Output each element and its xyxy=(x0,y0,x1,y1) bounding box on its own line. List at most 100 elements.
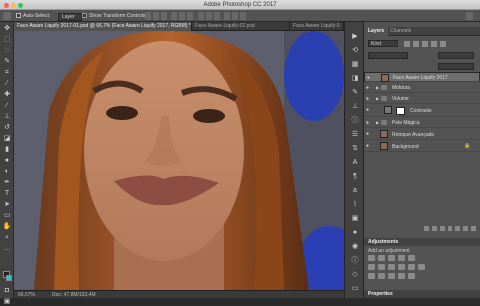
shape-filter-icon[interactable] xyxy=(431,41,437,47)
distribute-icon[interactable] xyxy=(198,12,204,20)
transform-controls-checkbox[interactable]: Show Transform Controls xyxy=(82,13,145,19)
vibrance-icon[interactable] xyxy=(408,255,415,261)
path-select-tool-icon[interactable]: ➤ xyxy=(2,200,12,209)
channel-mixer-icon[interactable] xyxy=(408,264,415,270)
layer-row[interactable]: ● ▶ Pele Mágica xyxy=(364,118,480,128)
edit-toolbar-icon[interactable]: … xyxy=(2,244,12,253)
document-canvas[interactable] xyxy=(14,31,344,290)
brightness-icon[interactable] xyxy=(368,255,375,261)
expand-arrow-icon[interactable]: ▶ xyxy=(376,120,379,125)
layer-row[interactable]: ● Retoque Avançado xyxy=(364,129,480,140)
brush-settings-icon[interactable]: ✎ xyxy=(350,88,360,97)
eye-icon[interactable]: ● xyxy=(366,131,369,137)
selective-color-icon[interactable] xyxy=(398,273,405,279)
hue-icon[interactable] xyxy=(368,264,375,270)
bw-icon[interactable] xyxy=(388,264,395,270)
trash-icon[interactable] xyxy=(471,226,477,231)
type-tool-icon[interactable]: T xyxy=(2,189,12,198)
marquee-tool-icon[interactable]: ⬚ xyxy=(2,35,12,44)
eye-icon[interactable]: ● xyxy=(366,96,369,102)
distribute-icon[interactable] xyxy=(214,12,220,20)
info-panel-icon[interactable]: ⓘ xyxy=(350,256,360,265)
opacity-field[interactable] xyxy=(438,52,474,59)
libraries-icon[interactable]: ▣ xyxy=(350,214,360,223)
tab-channels[interactable]: Channels xyxy=(386,27,415,36)
adjust-icon[interactable]: ⇅ xyxy=(350,144,360,153)
paragraph-icon[interactable]: ¶ xyxy=(350,172,360,181)
adjustment-layer-icon[interactable] xyxy=(447,226,453,231)
distribute-icon[interactable] xyxy=(240,12,246,20)
align-icon[interactable] xyxy=(179,12,185,20)
color-icon[interactable]: ● xyxy=(350,228,360,237)
tab-layers[interactable]: Layers xyxy=(364,27,389,36)
tab-document-2[interactable]: Face-Aware-Liquify-02.psd xyxy=(192,22,290,31)
threshold-icon[interactable] xyxy=(388,273,395,279)
clone-source-icon[interactable]: ⊥ xyxy=(350,102,360,111)
expand-arrow-icon[interactable]: ▶ xyxy=(376,85,379,90)
mask-thumbnail[interactable] xyxy=(396,107,405,115)
layer-row[interactable]: ● Background 🔒 xyxy=(364,141,480,152)
align-icon[interactable] xyxy=(171,12,177,20)
gradient-tool-icon[interactable]: ▮ xyxy=(2,145,12,154)
mask-icon[interactable] xyxy=(439,226,445,231)
align-icon[interactable] xyxy=(187,12,193,20)
screen-mode-icon[interactable]: ▣ xyxy=(2,297,12,306)
3d-icon[interactable]: ◇ xyxy=(350,270,360,279)
lookup-icon[interactable] xyxy=(418,264,425,270)
workspace-icon[interactable] xyxy=(466,12,473,20)
eyedropper-tool-icon[interactable]: ⁄ xyxy=(2,79,12,88)
timeline-icon[interactable]: ▭ xyxy=(350,284,360,293)
eye-icon[interactable]: ● xyxy=(366,120,369,126)
crop-tool-icon[interactable]: ⌗ xyxy=(2,68,12,77)
move-tool-icon[interactable] xyxy=(3,12,11,20)
styles-icon[interactable]: ◨ xyxy=(350,74,360,83)
character-icon[interactable]: A xyxy=(350,158,360,167)
layer-row[interactable]: ● Contraste xyxy=(364,105,480,117)
color-balance-icon[interactable] xyxy=(378,264,385,270)
auto-select-dropdown[interactable]: Layer xyxy=(58,13,82,21)
history-brush-icon[interactable]: ↺ xyxy=(2,123,12,132)
pixel-filter-icon[interactable] xyxy=(404,41,410,47)
type-filter-icon[interactable] xyxy=(422,41,428,47)
eraser-tool-icon[interactable]: ◪ xyxy=(2,134,12,143)
swatches-icon[interactable]: ▦ xyxy=(350,60,360,69)
tab-document-1[interactable]: Face Aware Liquify 2017-01.psd @ 66,7% (… xyxy=(14,22,192,31)
photo-filter-icon[interactable] xyxy=(398,264,405,270)
glyphs-icon[interactable]: a xyxy=(350,186,360,195)
fill-field[interactable] xyxy=(438,63,474,70)
fx-icon[interactable] xyxy=(431,226,437,231)
quick-mask-icon[interactable]: ◘ xyxy=(2,286,12,295)
zoom-level[interactable]: 66,67% xyxy=(18,292,35,298)
play-icon[interactable]: ▶ xyxy=(350,32,360,41)
align-icon[interactable] xyxy=(153,12,159,20)
align-icon[interactable] xyxy=(161,12,167,20)
hand-tool-icon[interactable]: ✋ xyxy=(2,222,12,231)
smart-filter-icon[interactable] xyxy=(440,41,446,47)
properties-icon[interactable]: ☰ xyxy=(350,130,360,139)
pen-tool-icon[interactable]: ✒ xyxy=(2,178,12,187)
shape-tool-icon[interactable]: ▭ xyxy=(2,211,12,220)
paths-icon[interactable]: ⌇ xyxy=(350,200,360,209)
layer-row[interactable]: ● ▶ Volume xyxy=(364,94,480,104)
history-icon[interactable]: ⟲ xyxy=(350,46,360,55)
distribute-icon[interactable] xyxy=(224,12,230,20)
curves-icon[interactable] xyxy=(388,255,395,261)
gradient-map-icon[interactable] xyxy=(408,273,415,279)
background-color-swatch[interactable] xyxy=(6,275,12,281)
blend-mode-dropdown[interactable] xyxy=(368,52,408,59)
quick-select-tool-icon[interactable]: ✎ xyxy=(2,57,12,66)
layer-row[interactable]: ● Face Aware Liquify 2017 xyxy=(364,72,480,82)
align-icon[interactable] xyxy=(145,12,151,20)
distribute-icon[interactable] xyxy=(206,12,212,20)
kind-filter-dropdown[interactable]: Kind xyxy=(368,40,398,47)
blur-tool-icon[interactable]: ● xyxy=(2,156,12,165)
brush-tool-icon[interactable]: ∕ xyxy=(2,101,12,110)
eye-icon[interactable]: ● xyxy=(366,143,369,149)
dodge-tool-icon[interactable]: ◐ xyxy=(2,167,12,176)
new-layer-icon[interactable] xyxy=(463,226,469,231)
eye-icon[interactable]: ● xyxy=(367,75,370,81)
navigator-icon[interactable]: ◉ xyxy=(350,242,360,251)
auto-select-checkbox[interactable]: Auto-Select: xyxy=(16,13,50,19)
lasso-tool-icon[interactable]: ◌ xyxy=(2,46,12,55)
eye-icon[interactable]: ● xyxy=(366,107,369,113)
